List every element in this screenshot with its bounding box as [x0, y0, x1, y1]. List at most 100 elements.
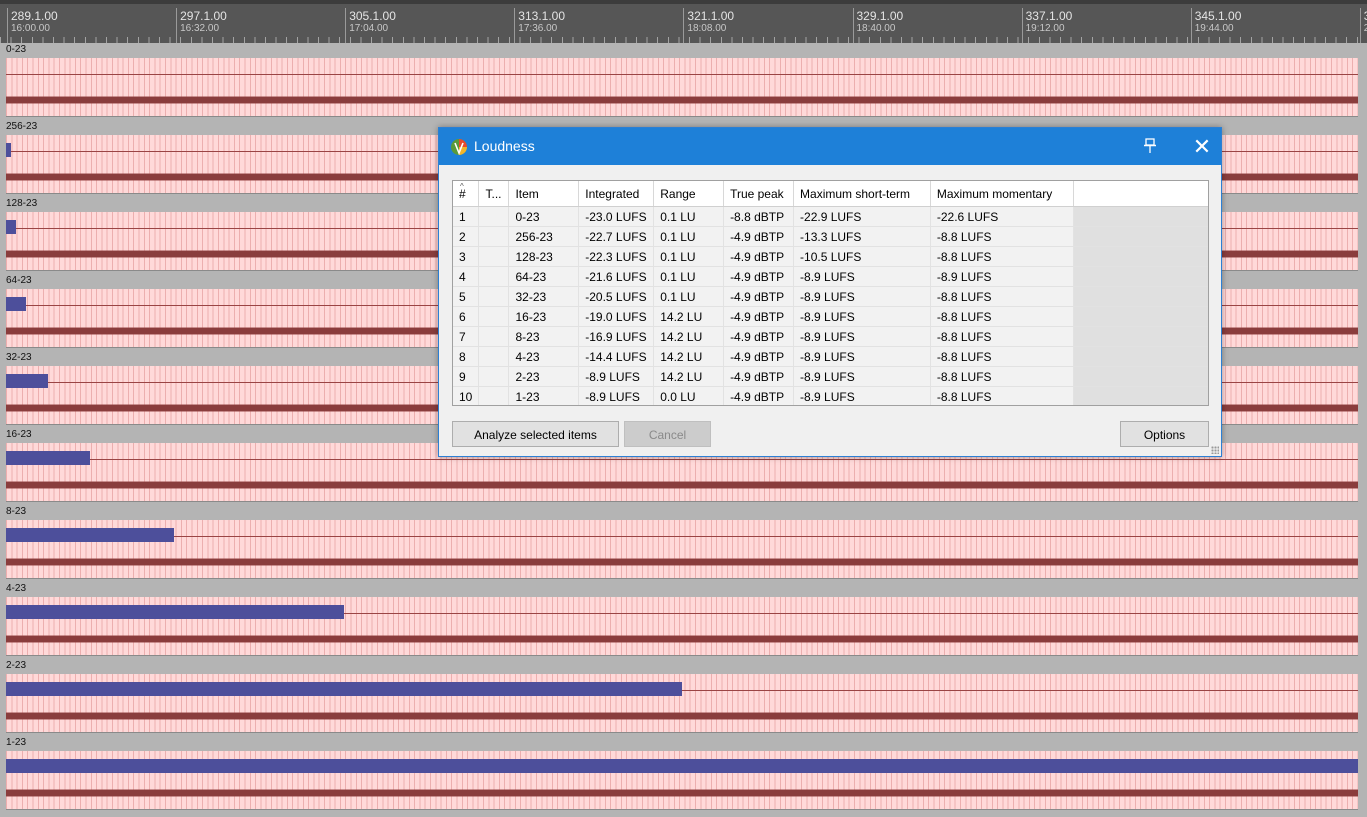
column-header[interactable]: Maximum momentary [930, 181, 1074, 207]
table-row[interactable]: 7 8-23 -16.9 LUFS 14.2 LU -4.9 dBTP -8.9 LUFS… [453, 326, 1208, 347]
table-cell [478, 306, 510, 327]
table-cell: 8-23 [508, 326, 580, 347]
item-bar[interactable] [6, 220, 16, 234]
item-bar[interactable] [6, 759, 1358, 773]
table-row[interactable]: 3 128-23 -22.3 LUFS 0.1 LU -4.9 dBTP -10.5 LU… [453, 246, 1208, 267]
item-bar[interactable] [6, 528, 174, 542]
table-cell: -8.9 LUFS [793, 286, 931, 307]
table-cell: -8.9 LUFS [578, 366, 655, 387]
ruler-mark-position: 313.1.00 [518, 9, 566, 23]
column-header-label: T... [485, 186, 502, 201]
table-cell: -22.6 LUFS [930, 206, 1074, 227]
table-cell: -4.9 dBTP [723, 346, 795, 367]
table-row[interactable]: 8 4-23 -14.4 LUFS 14.2 LU -4.9 dBTP -8.9 LUFS… [453, 346, 1208, 367]
track[interactable]: 4-23 [0, 582, 1367, 659]
timeline-ruler[interactable]: 289.1.00 16:00.00 297.1.00 16:32.00 305.1.00… [0, 0, 1367, 43]
column-header-label: True peak [730, 186, 784, 201]
table-row[interactable]: 10 1-23 -8.9 LUFS 0.0 LU -4.9 dBTP -8.9 LUFS -… [453, 386, 1208, 405]
lane-grid [6, 58, 1358, 116]
column-header[interactable]: T... [478, 181, 510, 207]
ruler-mark-time: 19:12.00 [1025, 23, 1065, 34]
column-header[interactable]: ^ # [453, 181, 480, 207]
track[interactable]: 2-23 [0, 659, 1367, 736]
table-cell: -8.9 LUFS [793, 266, 931, 287]
dialog-titlebar[interactable]: Loudness ✕ [439, 128, 1221, 165]
column-header[interactable]: Integrated [578, 181, 655, 207]
column-header[interactable]: Range [653, 181, 725, 207]
table-cell-filler [1073, 366, 1208, 387]
track-lane[interactable] [6, 751, 1358, 810]
table-cell: 128-23 [508, 246, 580, 267]
waveform [6, 97, 1358, 103]
table-cell-filler [1073, 266, 1208, 287]
table-cell [478, 346, 510, 367]
table-cell: -13.3 LUFS [793, 226, 931, 247]
ruler-mark-time: 17:04.00 [349, 23, 389, 34]
track[interactable]: 8-23 [0, 505, 1367, 582]
track-name: 1-23 [6, 737, 27, 748]
table-cell: -22.9 LUFS [793, 206, 931, 227]
analyze-selected-items-button[interactable]: Analyze selected items [452, 421, 619, 447]
table-cell: 0.1 LU [653, 266, 725, 287]
table-cell: 7 [453, 326, 480, 347]
loudness-dialog: Loudness ✕ ^ # T... Item Integrated Range True… [438, 127, 1222, 457]
table-cell: -10.5 LUFS [793, 246, 931, 267]
loudness-table[interactable]: ^ # T... Item Integrated Range True peak Maximu… [452, 180, 1209, 406]
table-cell: -8.8 LUFS [930, 286, 1074, 307]
table-cell: 2-23 [508, 366, 580, 387]
table-row[interactable]: 2 256-23 -22.7 LUFS 0.1 LU -4.9 dBTP -13.3 LU… [453, 226, 1208, 247]
ruler-mark-position: 345.1.00 [1194, 9, 1242, 23]
item-bar[interactable] [6, 143, 11, 157]
ruler-mark-position: 305.1.00 [349, 9, 396, 23]
table-row[interactable]: 9 2-23 -8.9 LUFS 14.2 LU -4.9 dBTP -8.9 LUFS -… [453, 366, 1208, 387]
lane-grid [6, 520, 1358, 578]
table-row[interactable]: 4 64-23 -21.6 LUFS 0.1 LU -4.9 dBTP -8.9 LUFS… [453, 266, 1208, 287]
column-header[interactable]: Item [508, 181, 580, 207]
column-header[interactable]: Maximum short-term [793, 181, 931, 207]
waveform [6, 790, 1358, 796]
table-cell: 1 [453, 206, 480, 227]
ruler-mark-position: 289.1.00 [11, 9, 58, 23]
table-cell [478, 226, 510, 247]
column-header[interactable]: True peak [723, 181, 795, 207]
track[interactable]: 0-23 [0, 43, 1367, 120]
track-name: 8-23 [6, 506, 27, 517]
table-cell: -4.9 dBTP [723, 246, 795, 267]
resize-grip[interactable] [1211, 446, 1219, 454]
track[interactable]: 1-23 [0, 736, 1367, 813]
table-cell: -8.9 LUFS [793, 366, 931, 387]
track-lane[interactable] [6, 674, 1358, 733]
item-bar[interactable] [6, 297, 26, 311]
table-cell: 3 [453, 246, 480, 267]
table-row[interactable]: 5 32-23 -20.5 LUFS 0.1 LU -4.9 dBTP -8.9 LUFS… [453, 286, 1208, 307]
track-lane[interactable] [6, 597, 1358, 656]
table-cell: -20.5 LUFS [578, 286, 655, 307]
waveform [6, 713, 1358, 719]
cancel-button[interactable]: Cancel [624, 421, 711, 447]
ruler-mark-position: 297.1.00 [180, 9, 227, 23]
options-button[interactable]: Options [1120, 421, 1209, 447]
item-bar[interactable] [6, 374, 48, 388]
table-cell: -16.9 LUFS [578, 326, 655, 347]
track-name: 0-23 [6, 44, 27, 55]
dialog-title: Loudness [474, 138, 535, 154]
envelope-line [6, 459, 1358, 460]
ruler-mark-position: 329.1.00 [856, 9, 904, 23]
table-cell: -8.8 LUFS [930, 366, 1074, 387]
item-bar[interactable] [6, 451, 90, 465]
table-cell: -4.9 dBTP [723, 226, 795, 247]
track-lane[interactable] [6, 58, 1358, 117]
table-cell: -8.8 LUFS [930, 226, 1074, 247]
table-row[interactable]: 6 16-23 -19.0 LUFS 14.2 LU -4.9 dBTP -8.9 LUF… [453, 306, 1208, 327]
item-bar[interactable] [6, 682, 682, 696]
table-cell: -8.9 LUFS [793, 326, 931, 347]
table-cell: 8 [453, 346, 480, 367]
track-lane[interactable] [6, 520, 1358, 579]
pin-icon[interactable] [1138, 136, 1162, 156]
item-bar[interactable] [6, 605, 344, 619]
table-cell: -4.9 dBTP [723, 286, 795, 307]
close-icon[interactable]: ✕ [1187, 133, 1217, 161]
envelope-line [6, 536, 1358, 537]
reaper-logo-icon [451, 139, 467, 156]
table-row[interactable]: 1 0-23 -23.0 LUFS 0.1 LU -8.8 dBTP -22.9 LUFS… [453, 206, 1208, 227]
